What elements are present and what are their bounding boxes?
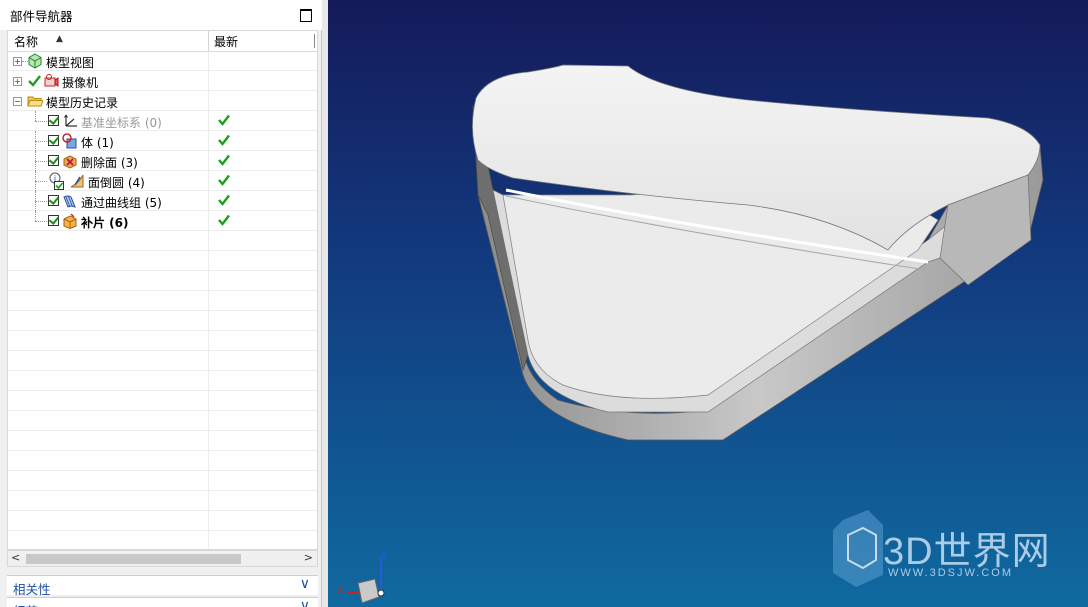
tree-item-label: 删除面 (3) [81,156,138,170]
navigator-title: 部件导航器 [10,9,73,24]
tree-item-label: 基准坐标系 (0) [81,116,162,130]
expand-icon[interactable]: + [13,77,22,86]
feature-checkbox[interactable] [48,194,60,206]
column-separator[interactable] [208,31,209,51]
info-checkbox-icon[interactable]: i [48,172,66,190]
camera-icon [44,74,59,87]
watermark-logo-icon [833,510,883,587]
dependencies-panel-title: 相关性 [13,582,51,597]
latest-check-icon [218,214,230,226]
empty-row [8,531,317,549]
watermark-url: WWW.3DSJW.COM [888,567,1013,579]
tree-row-feature[interactable]: 基准坐标系 (0) [8,111,317,131]
scroll-left-icon[interactable]: < [11,551,20,564]
empty-row [8,391,317,411]
tree-row-feature[interactable]: i 面倒圆 (4) [8,171,317,191]
visibility-check-icon[interactable] [28,75,41,87]
empty-row [8,331,317,351]
tree-row-feature-current[interactable]: 补片 (6) [8,211,317,231]
empty-row [8,471,317,491]
column-name-header[interactable]: 名称 [14,33,38,50]
feature-checkbox[interactable] [48,134,60,146]
latest-check-icon [218,114,230,126]
patch-icon [63,213,77,229]
navigator-title-bar: 部件导航器 [0,0,322,30]
latest-check-icon [218,134,230,146]
tree-rows: + 模型视图 + 摄像机 − 模型历史记录 基准坐标系 (0) 体 (1) 删除… [8,51,317,549]
triad-z-label: Z [380,552,387,562]
empty-row [8,411,317,431]
model-view-icon [28,53,42,69]
feature-checkbox[interactable] [48,154,60,166]
tree-row-model-history[interactable]: − 模型历史记录 [8,91,317,111]
tree-row-feature[interactable]: 体 (1) [8,131,317,151]
tree-row-feature[interactable]: 通过曲线组 (5) [8,191,317,211]
graphics-viewport[interactable]: 3D世界网 WWW.3DSJW.COM X Z [328,0,1088,607]
column-separator[interactable] [314,34,315,48]
expand-icon[interactable]: + [13,57,22,66]
tree-item-label: 模型视图 [46,56,95,70]
tree-item-label: 摄像机 [62,76,99,90]
empty-row [8,311,317,331]
empty-row [8,351,317,371]
tree-header: 名称 ▲ 最新 [8,31,317,52]
tree-item-label: 面倒圆 (4) [88,176,145,190]
empty-row [8,491,317,511]
tree-item-label: 通过曲线组 (5) [81,196,162,210]
maximize-icon[interactable] [300,9,312,22]
horizontal-scrollbar[interactable]: < > [7,550,318,567]
empty-row [8,251,317,271]
part-navigator: 部件导航器 名称 ▲ 最新 + 模型视图 + 摄像机 − 模型历史记录 基准坐标… [0,0,322,607]
empty-row [8,231,317,251]
tree-item-label: 补片 (6) [81,216,129,230]
chevron-down-icon[interactable]: ∨ [300,598,310,607]
dependencies-panel-header[interactable]: 相关性 ∨ [7,575,318,597]
latest-check-icon [218,194,230,206]
tree-row-model-views[interactable]: + 模型视图 [8,51,317,71]
tree-item-label: 体 (1) [81,136,114,150]
scrollbar-thumb[interactable] [26,554,241,564]
tree-item-label: 模型历史记录 [46,96,119,110]
folder-icon [27,96,43,107]
navigator-tree: 名称 ▲ 最新 + 模型视图 + 摄像机 − 模型历史记录 基准坐标系 (0) … [7,30,318,550]
details-panel-title: 细节 [13,601,38,607]
latest-check-icon [218,174,230,186]
feature-checkbox[interactable] [48,214,60,226]
face-blend-icon [70,174,84,188]
model-render [472,64,1044,587]
empty-row [8,511,317,531]
chevron-down-icon[interactable]: ∨ [300,576,310,592]
empty-row [8,431,317,451]
tree-row-cameras[interactable]: + 摄像机 [8,71,317,91]
sort-ascending-icon: ▲ [56,34,63,44]
tree-row-feature[interactable]: 删除面 (3) [8,151,317,171]
empty-row [8,271,317,291]
empty-row [8,451,317,471]
empty-row [8,371,317,391]
delete-face-icon [63,155,77,169]
empty-row [8,291,317,311]
through-curves-icon [63,195,76,209]
column-latest-header[interactable]: 最新 [214,33,238,50]
triad-x-label: X [337,586,344,596]
collapse-icon[interactable]: − [13,97,22,106]
details-panel-header[interactable]: 细节 ∨ [7,597,318,607]
body-icon [62,133,77,149]
datum-csys-icon [64,114,77,127]
feature-checkbox[interactable] [48,114,60,126]
scroll-right-icon[interactable]: > [304,551,313,564]
latest-check-icon [218,154,230,166]
